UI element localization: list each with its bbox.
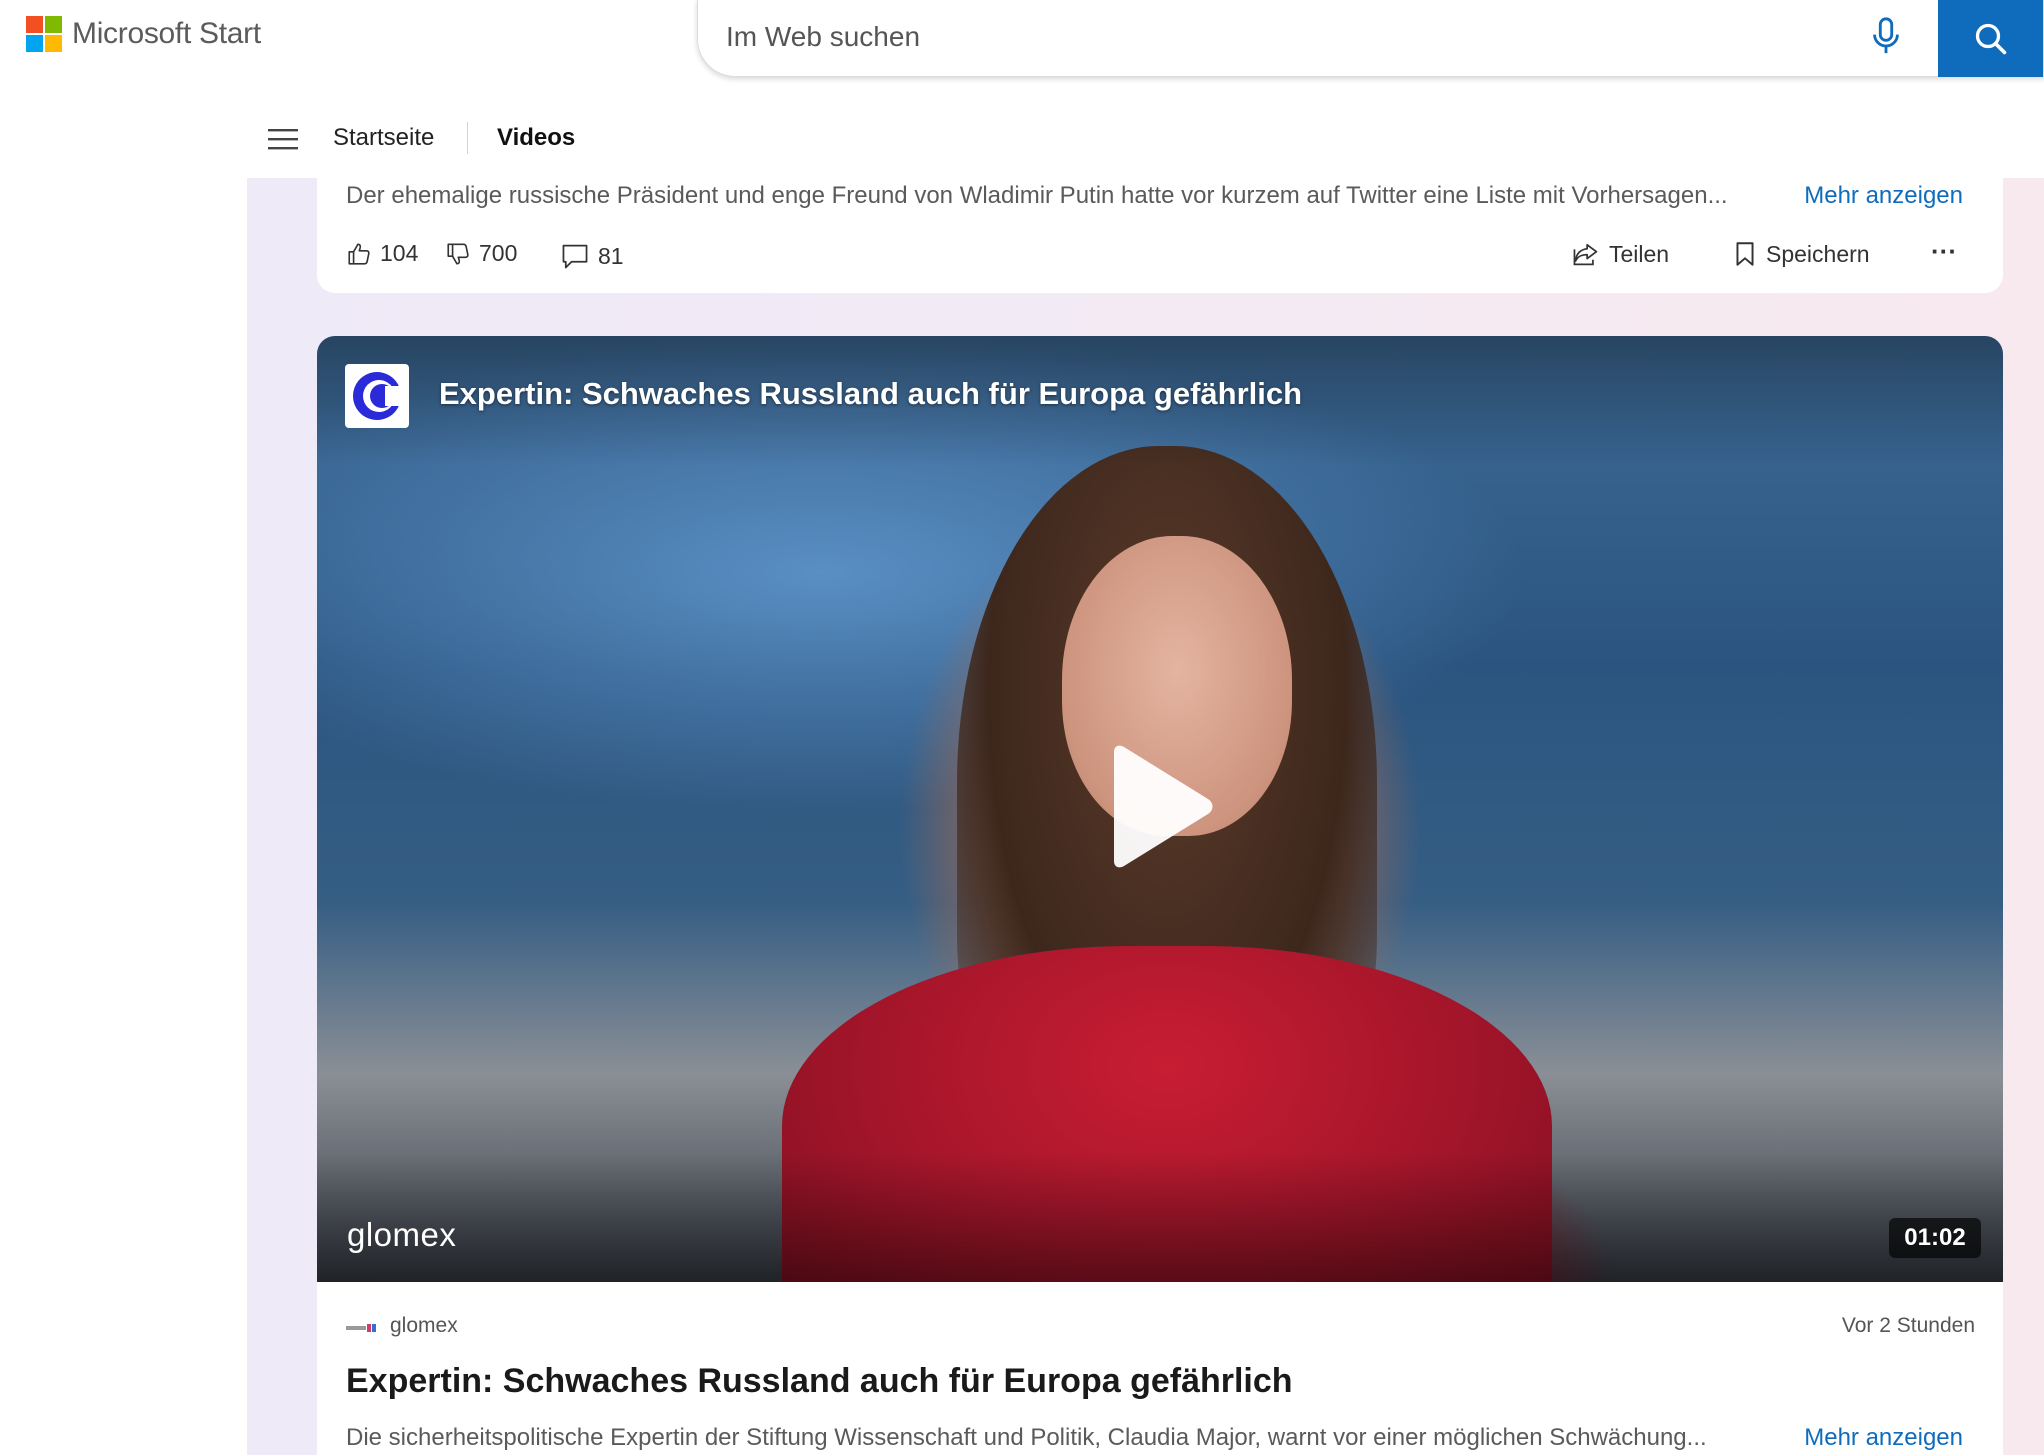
like-button[interactable]: 104 bbox=[346, 240, 418, 267]
search-button[interactable] bbox=[1938, 0, 2043, 77]
top-bar: Microsoft Start bbox=[0, 0, 2044, 78]
nav-item-videos[interactable]: Videos bbox=[497, 124, 575, 152]
card-description: Der ehemalige russische Präsident und en… bbox=[346, 182, 1728, 209]
timestamp: Vor 2 Stunden bbox=[1841, 1314, 1975, 1337]
brand-name: Microsoft Start bbox=[72, 17, 261, 50]
source-name[interactable]: glomex bbox=[390, 1314, 458, 1338]
news-card-previous: Der ehemalige russische Präsident und en… bbox=[317, 178, 2003, 293]
hamburger-menu-icon[interactable] bbox=[268, 128, 298, 150]
thumbs-up-icon bbox=[348, 242, 370, 265]
more-link[interactable]: Mehr anzeigen bbox=[1804, 1424, 1963, 1452]
video-player[interactable]: Expertin: Schwaches Russland auch für Eu… bbox=[317, 336, 2003, 1282]
video-brand-watermark: glomex bbox=[347, 1216, 457, 1253]
comment-icon bbox=[562, 244, 588, 269]
video-description: Die sicherheitspolitische Expertin der S… bbox=[346, 1424, 1707, 1451]
search-box bbox=[697, 0, 2044, 77]
more-options-button[interactable]: ··· bbox=[1931, 236, 1957, 267]
more-link[interactable]: Mehr anzeigen bbox=[1804, 182, 1963, 210]
save-button[interactable]: Speichern bbox=[1732, 240, 1870, 268]
bookmark-icon bbox=[1736, 242, 1754, 266]
more-options-icon: ··· bbox=[1931, 236, 1957, 266]
comment-count: 81 bbox=[598, 242, 624, 269]
video-title[interactable]: Expertin: Schwaches Russland auch für Eu… bbox=[346, 1362, 1293, 1401]
share-label: Teilen bbox=[1609, 240, 1670, 267]
microsoft-logo-icon bbox=[26, 16, 62, 52]
save-label: Speichern bbox=[1766, 240, 1870, 267]
source-logo-icon bbox=[346, 1324, 376, 1332]
channel-logo-icon bbox=[345, 364, 409, 428]
video-overlay-bottom bbox=[317, 1152, 2003, 1282]
video-overlay-title: Expertin: Schwaches Russland auch für Eu… bbox=[439, 376, 1303, 411]
microsoft-start-logo[interactable]: Microsoft Start bbox=[26, 16, 261, 52]
dislike-button[interactable]: 700 bbox=[445, 240, 517, 267]
comments-button[interactable]: 81 bbox=[560, 242, 624, 270]
play-icon[interactable] bbox=[1102, 744, 1217, 869]
nav-bar: Startseite Videos bbox=[0, 98, 2044, 178]
share-button[interactable]: Teilen bbox=[1571, 240, 1669, 268]
thumbs-down-icon bbox=[447, 242, 469, 265]
nav-divider bbox=[467, 122, 468, 154]
like-count: 104 bbox=[380, 240, 419, 266]
microphone-icon[interactable] bbox=[1868, 16, 1904, 56]
video-card-info: glomex Vor 2 Stunden Expertin: Schwaches… bbox=[317, 1282, 2003, 1455]
video-duration: 01:02 bbox=[1889, 1218, 1981, 1258]
share-icon bbox=[1573, 243, 1598, 266]
search-icon bbox=[1975, 23, 2006, 54]
search-input[interactable] bbox=[726, 17, 1826, 57]
dislike-count: 700 bbox=[479, 240, 518, 266]
nav-item-startseite[interactable]: Startseite bbox=[333, 124, 434, 152]
